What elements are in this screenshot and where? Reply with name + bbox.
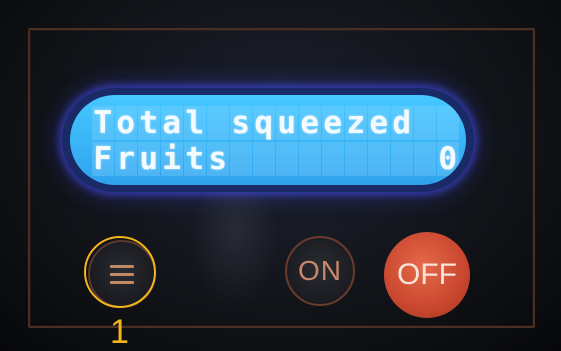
lcd-char-cell: r: [115, 141, 137, 177]
lcd-char-cell: T: [92, 105, 114, 141]
off-button-label: OFF: [397, 258, 457, 291]
glass-reflection: [190, 180, 280, 310]
lcd-char-cell: [299, 142, 321, 176]
lcd-char-cell: a: [161, 105, 183, 141]
lcd-char-cell: [207, 106, 229, 140]
lcd-char-cell: s: [207, 141, 229, 177]
lcd-char-cell: o: [115, 105, 137, 141]
lcd-char-cell: q: [253, 105, 275, 141]
lcd-char-cell: [368, 142, 390, 176]
lcd-display: Total squeezed Fruits 0: [70, 95, 466, 185]
lcd-char-cell: e: [322, 105, 344, 141]
lcd-char-cell: [391, 142, 413, 176]
lcd-char-cell: t: [138, 105, 160, 141]
lcd-char-cell: F: [92, 141, 114, 177]
off-button[interactable]: OFF: [384, 232, 470, 318]
lcd-line-1: Total squeezed: [92, 106, 459, 140]
lcd-char-cell: [414, 142, 436, 176]
lcd-char-cell: u: [138, 141, 160, 177]
lcd-char-cell: s: [230, 105, 252, 141]
lcd-char-cell: l: [184, 105, 206, 141]
lcd-char-cell: d: [391, 105, 413, 141]
callout-number: 1: [110, 313, 129, 351]
lcd-char-cell: u: [276, 105, 298, 141]
lcd-char-cell: [253, 142, 275, 176]
lcd-char-cell: [345, 142, 367, 176]
lcd-char-cell: i: [161, 141, 183, 177]
lcd-char-cell: [230, 142, 252, 176]
lcd-char-cell: [276, 142, 298, 176]
lcd-char-cell: z: [345, 105, 367, 141]
lcd-char-cell: 0: [437, 141, 459, 177]
lcd-char-cell: [322, 142, 344, 176]
lcd-char-cell: [437, 106, 459, 140]
lcd-char-cell: e: [299, 105, 321, 141]
lcd-line-2: Fruits 0: [92, 142, 459, 176]
lcd-char-cell: e: [368, 105, 390, 141]
on-button-label: ON: [298, 255, 342, 286]
lcd-char-cell: t: [184, 141, 206, 177]
control-panel: Total squeezed Fruits 0 1 ON OFF: [0, 0, 561, 351]
on-button[interactable]: ON: [285, 236, 355, 306]
menu-icon: [110, 264, 134, 284]
menu-button[interactable]: [88, 240, 156, 308]
lcd-char-cell: [414, 106, 436, 140]
